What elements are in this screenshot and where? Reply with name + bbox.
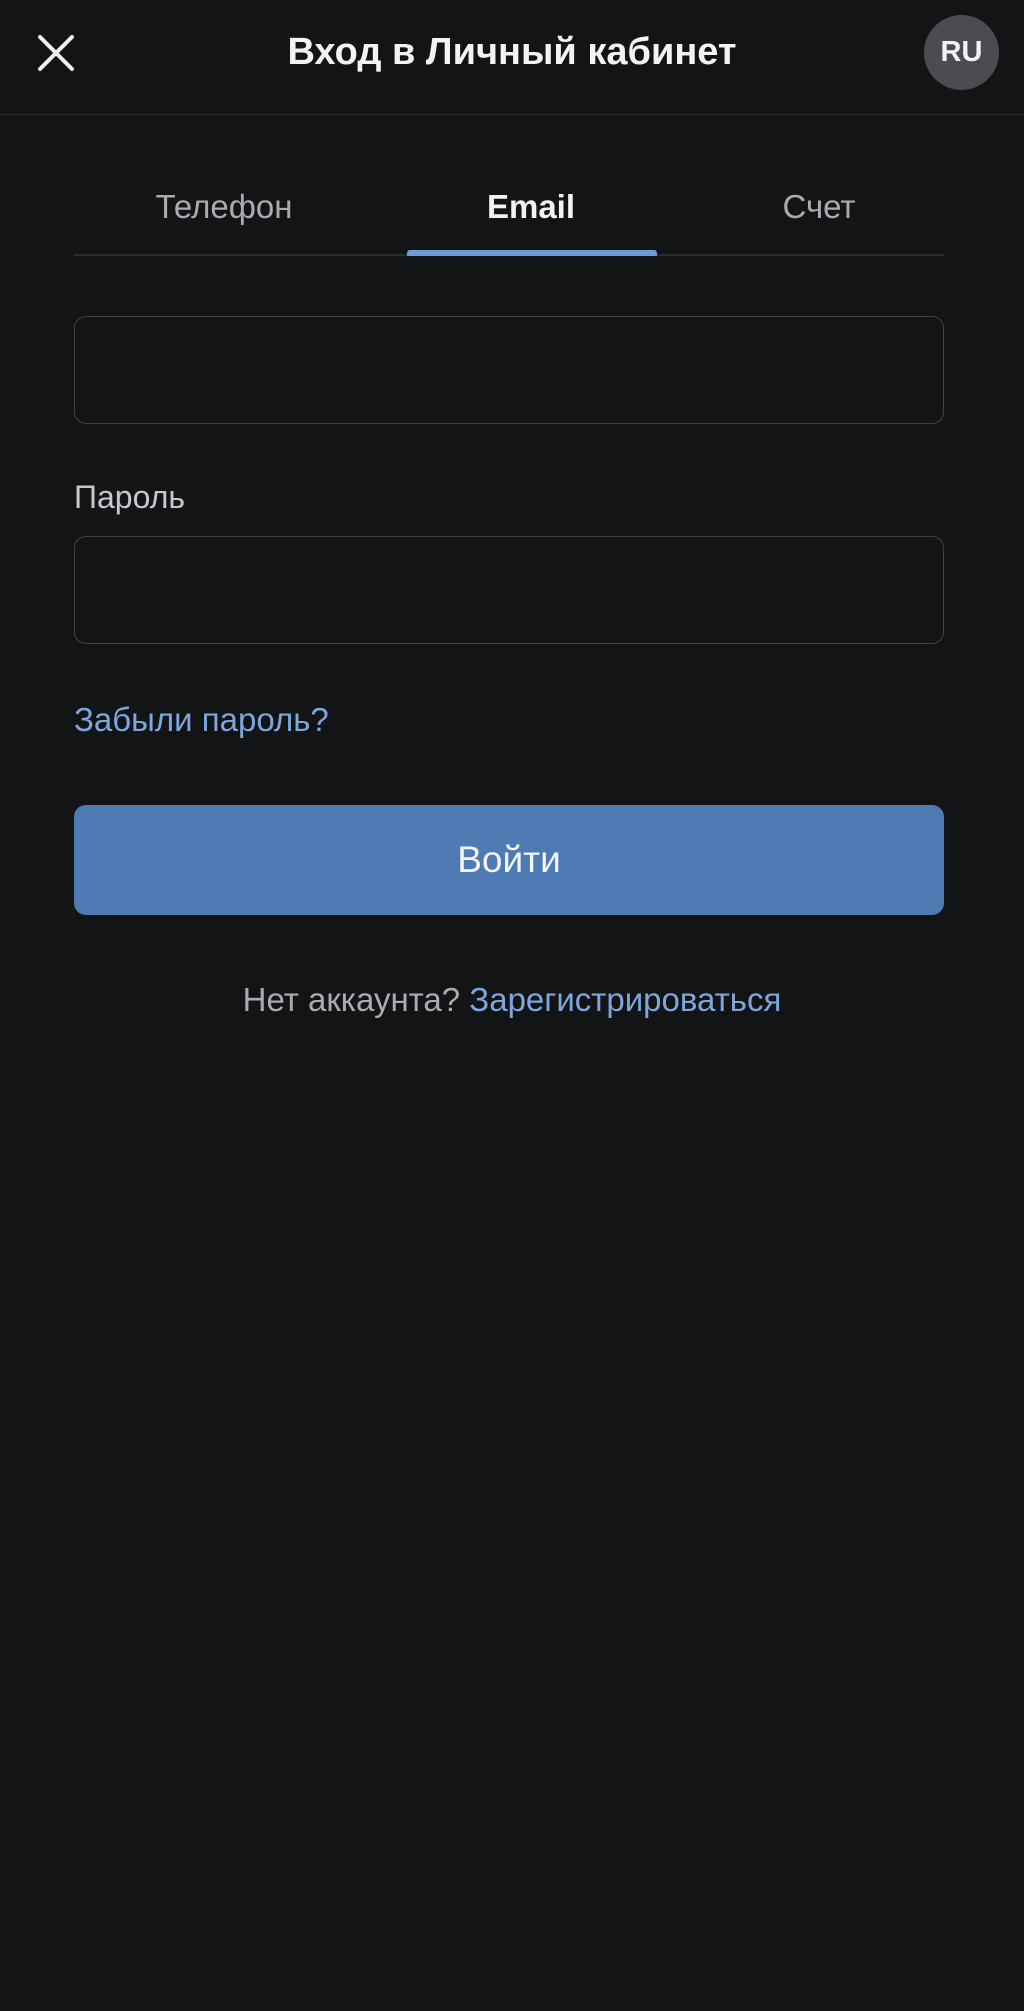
app-header: Вход в Личный кабинет RU xyxy=(0,0,1024,115)
tab-email[interactable]: Email xyxy=(406,182,656,232)
login-button[interactable]: Войти xyxy=(74,805,944,915)
password-label: Пароль xyxy=(74,479,186,515)
tab-account[interactable]: Счет xyxy=(719,182,919,232)
tab-phone[interactable]: Телефон xyxy=(114,182,334,232)
signup-link[interactable]: Зарегистрироваться xyxy=(469,981,781,1018)
login-method-tabs: Телефон Email Счет xyxy=(74,160,944,256)
password-input[interactable] xyxy=(74,536,944,644)
email-input[interactable] xyxy=(74,316,944,424)
forgot-password-link[interactable]: Забыли пароль? xyxy=(74,697,329,743)
language-switch-button[interactable]: RU xyxy=(924,15,999,90)
signup-prompt: Нет аккаунта? xyxy=(242,981,461,1018)
active-tab-indicator xyxy=(407,250,657,256)
signup-row: Нет аккаунта? Зарегистрироваться xyxy=(0,977,1024,1023)
page-title: Вход в Личный кабинет xyxy=(287,31,737,73)
